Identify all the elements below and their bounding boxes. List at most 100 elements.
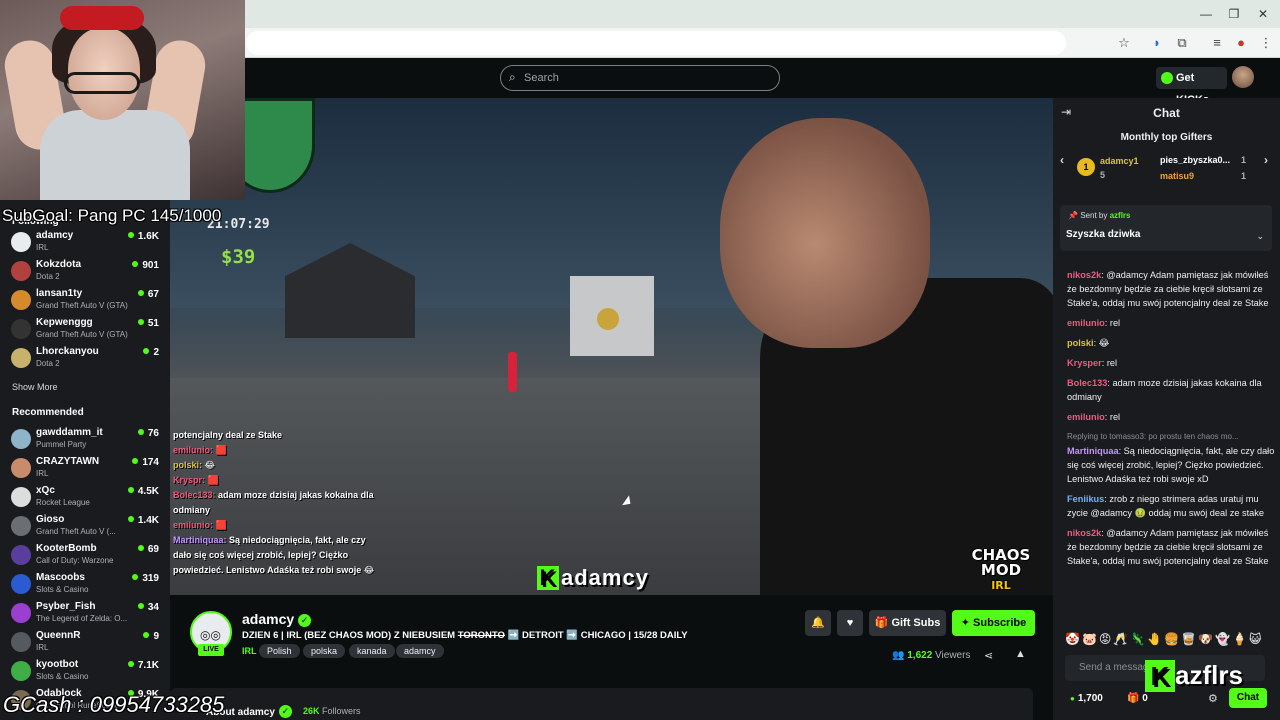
avatar — [11, 348, 31, 368]
live-badge: LIVE — [198, 644, 224, 656]
kicks-coin-icon — [1161, 72, 1173, 84]
show-more-link[interactable]: Show More — [12, 382, 58, 392]
chaos-mod-badge: CHAOS MOD IRL — [971, 546, 1031, 593]
bookmark-star-icon[interactable]: ☆ — [1115, 34, 1133, 52]
avatar — [11, 516, 31, 536]
overlay-chat-line: Bolec133: adam moze dzisiaj jakas kokain… — [173, 490, 374, 515]
tag-adamcy[interactable]: adamcy — [396, 644, 444, 658]
gift-icon: 🎁 — [1127, 693, 1140, 704]
overlay-chat-line: polski: 😂 — [173, 460, 216, 470]
gifters-title: Monthly top Gifters — [1120, 132, 1213, 143]
sidebar-item-gioso[interactable]: Gioso Grand Theft Auto V (... 1.4K — [0, 513, 170, 542]
chevron-down-icon[interactable]: ⌄ — [1256, 231, 1264, 242]
sidebar-item-kooterbomb[interactable]: KooterBomb Call of Duty: Warzone 69 — [0, 542, 170, 571]
avatar — [11, 232, 31, 252]
about-section — [170, 688, 1033, 720]
extensions-puzzle-icon[interactable]: ⧉ — [1173, 34, 1191, 52]
verified-icon: ✓ — [298, 614, 312, 627]
sidebar-item-mascoobs[interactable]: Mascoobs Slots & Casino 319 — [0, 571, 170, 600]
sidebar-item-psyber-fish[interactable]: Psyber_Fish The Legend of Zelda: O... 34 — [0, 600, 170, 629]
viewer-count: 👥 1,622 Viewers — [892, 650, 971, 661]
game-money: $39 — [221, 246, 256, 268]
chat-panel: ⇥ Chat Monthly top Gifters ‹ 1 adamcy1 5… — [1053, 98, 1280, 720]
profile-icon[interactable]: ● — [1232, 34, 1250, 52]
chat-message: nikos2k: @adamcy Adam pamiętasz jak mówi… — [1067, 528, 1269, 566]
gifter-count: 5 — [1100, 170, 1106, 180]
subscribe-button[interactable]: ✦ Subscribe — [952, 610, 1035, 636]
pinned-message[interactable]: 📌 Sent by azflrs Szyszka dziwka ⌄ — [1060, 205, 1272, 251]
chat-message: emilunio: rel — [1067, 318, 1121, 328]
kick-username-watermark: Kazflrs — [1145, 660, 1243, 692]
notification-bell-button[interactable]: 🔔 — [805, 610, 831, 636]
overlay-chat-line: potencjalny deal ze Stake — [173, 430, 283, 440]
avatar-glasses-icon: ◎◎ — [200, 628, 221, 642]
video-person-head — [720, 118, 930, 348]
chat-message: emilunio: rel — [1067, 412, 1121, 422]
stream-title: DZIEN 6 | IRL (BEZ CHAOS MOD) Z NIEBUSIE… — [242, 630, 688, 641]
overlay-chat-line: Kryspr: 🟥 — [173, 475, 219, 485]
stream-info: ◎◎ LIVE adamcy ✓ DZIEN 6 | IRL (BEZ CHAOS… — [170, 595, 1053, 720]
webcam-bow — [60, 6, 144, 30]
gifters-prev-icon[interactable]: ‹ — [1060, 153, 1064, 167]
gifter-name: pies_zbyszka0... — [1160, 155, 1231, 165]
close-icon[interactable]: ✕ — [1254, 6, 1272, 22]
search-icon: ⌕ — [509, 70, 516, 84]
minimize-icon[interactable]: — — [1197, 6, 1215, 22]
follow-heart-button[interactable]: ♥ — [837, 610, 863, 636]
url-field[interactable] — [246, 31, 1066, 55]
emote-bar[interactable]: 🤡🐷😡🥂🦎🤚🍔🥃🐶👻🍦😺 — [1065, 632, 1275, 650]
menu-kebab-icon[interactable]: ⋮ — [1257, 34, 1275, 52]
overlay-chat-line: Martiniquaa: Są niedociągnięcia, fakt, a… — [173, 535, 375, 575]
tag-polish[interactable]: Polish — [259, 644, 300, 658]
media-icon[interactable]: ≡ — [1208, 34, 1226, 52]
chat-messages: nikos2k: @adamcy Adam pamiętasz jak mówi… — [1067, 268, 1275, 574]
video-hydrant — [508, 352, 517, 392]
pinned-header: 📌 Sent by azflrs — [1068, 211, 1131, 220]
sidebar-item-lhorckanyou[interactable]: Lhorckanyou Dota 2 2 — [0, 345, 170, 374]
sidebar-item-xqc[interactable]: xQc Rocket League 4.5K — [0, 484, 170, 513]
kicks-balance[interactable]: 1,700 — [1070, 693, 1103, 704]
pin-icon: 📌 — [1068, 211, 1078, 220]
stream-category[interactable]: IRL — [242, 646, 257, 656]
settings-gear-icon[interactable]: ⚙ — [1208, 692, 1218, 705]
verified-icon: ✓ — [278, 705, 292, 718]
chat-message: polski: 😂 — [1067, 338, 1110, 348]
sidebar-item-lansan1ty[interactable]: lansan1ty Grand Theft Auto V (GTA) 67 — [0, 287, 170, 316]
truck-logo — [597, 308, 619, 330]
overlay-chat-line: emilunio: 🟥 — [173, 445, 227, 455]
avatar — [11, 487, 31, 507]
avatar — [11, 661, 31, 681]
avatar — [11, 632, 31, 652]
search-input[interactable]: ⌕ Search — [500, 65, 780, 91]
avatar — [11, 261, 31, 281]
sidebar-item-gawddamm-it[interactable]: gawddamm_it Pummel Party 76 — [0, 426, 170, 455]
video-player[interactable]: 21:07:29 $39 potencjalny deal ze Stake e… — [170, 98, 1053, 595]
gifters-next-icon[interactable]: › — [1264, 153, 1268, 167]
gift-subs-button[interactable]: 🎁 Gift Subs — [869, 610, 946, 636]
chat-message: Bolec133: adam moze dzisiaj jakas kokain… — [1067, 378, 1262, 402]
sidebar-item-queennr[interactable]: QueennR IRL 9 — [0, 629, 170, 658]
channel-name[interactable]: adamcy ✓ — [242, 611, 312, 627]
extension-icon[interactable]: ◗ — [1148, 34, 1166, 52]
recommended-heading: Recommended — [12, 407, 84, 418]
sidebar-item-crazytawn[interactable]: CRAZYTAWN IRL 174 — [0, 455, 170, 484]
sidebar-item-kepwenggg[interactable]: Kepwenggg Grand Theft Auto V (GTA) 51 — [0, 316, 170, 345]
sidebar-item-adamcy[interactable]: adamcy IRL 1.6K — [0, 229, 170, 258]
subgoal-overlay: SubGoal: Pang PC 145/1000 — [2, 206, 222, 225]
sidebar-item-kokzdota[interactable]: Kokzdota Dota 2 901 — [0, 258, 170, 287]
sidebar-item-kyootbot[interactable]: kyootbot Slots & Casino 7.1K — [0, 658, 170, 687]
chat-message: Krysper: rel — [1067, 358, 1118, 368]
gift-count[interactable]: 🎁 0 — [1127, 693, 1148, 704]
get-kicks-button[interactable]: Get KICKs — [1156, 67, 1227, 106]
kick-brand-watermark: Kadamcy — [537, 565, 649, 591]
maximize-icon[interactable]: ❐ — [1225, 6, 1243, 22]
user-avatar[interactable] — [1232, 66, 1254, 88]
avatar — [11, 603, 31, 623]
tag-kanada[interactable]: kanada — [349, 644, 395, 658]
tag-polska[interactable]: polska — [303, 644, 346, 658]
avatar — [11, 429, 31, 449]
send-chat-button[interactable]: Chat — [1229, 688, 1267, 708]
share-icon[interactable]: ⋖ — [984, 649, 993, 662]
viewers-icon: 👥 — [892, 650, 905, 661]
report-icon[interactable]: ▲ — [1015, 648, 1026, 660]
